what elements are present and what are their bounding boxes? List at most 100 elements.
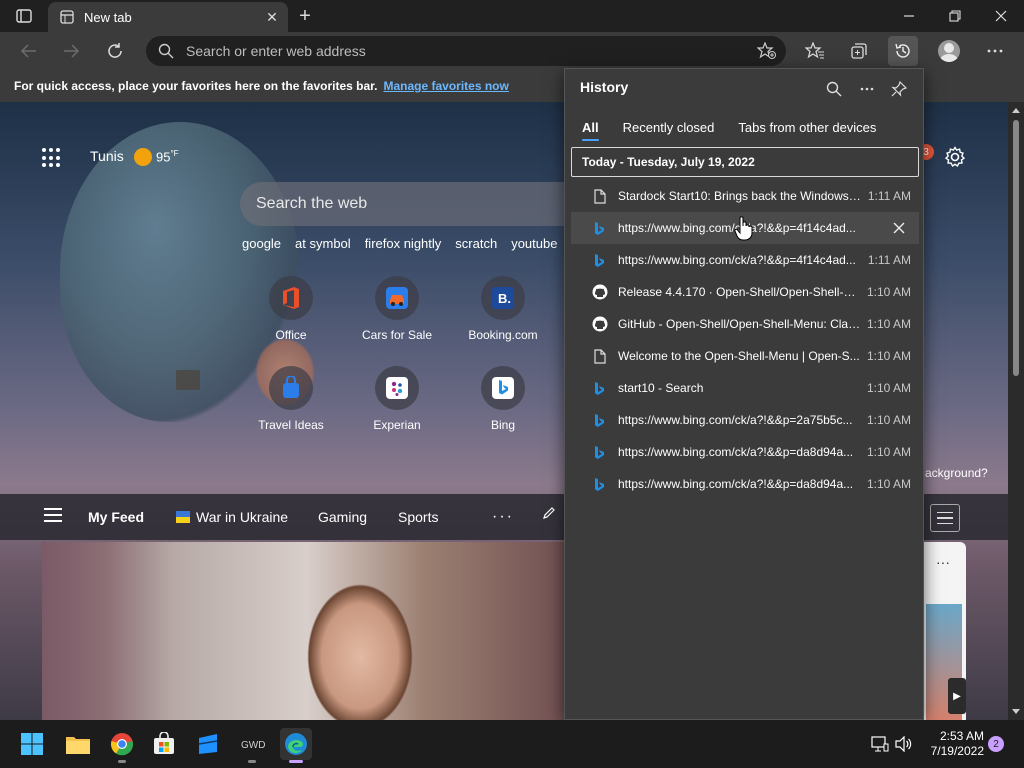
close-window-button[interactable]	[978, 0, 1024, 32]
feed-edit-pencil-icon[interactable]	[542, 506, 556, 523]
tab-title: New tab	[84, 9, 132, 25]
taskbar-clock[interactable]: 2:53 AM 7/19/2022	[926, 729, 984, 759]
carousel-next-icon[interactable]: ▶	[948, 678, 966, 714]
start10-app-button[interactable]	[192, 728, 224, 760]
svg-text:B.: B.	[498, 291, 511, 306]
history-button[interactable]	[888, 36, 918, 66]
restore-button[interactable]	[932, 0, 978, 32]
scrollbar-thumb[interactable]	[1013, 120, 1019, 376]
page-settings-gear-icon[interactable]	[944, 146, 966, 168]
weather-temperature[interactable]: 95°F	[156, 149, 179, 164]
network-icon[interactable]	[870, 734, 890, 754]
tile-office[interactable]: Office	[241, 276, 341, 342]
history-entry[interactable]: https://www.bing.com/ck/a?!&&p=2a75b5c..…	[571, 404, 919, 436]
history-entry[interactable]: https://www.bing.com/ck/a?!&&p=da8d94a..…	[571, 436, 919, 468]
clock-date: 7/19/2022	[930, 744, 984, 758]
side-card-more-icon[interactable]: ···	[936, 554, 950, 570]
tile-label: Cars for Sale	[361, 328, 433, 342]
history-entry[interactable]: Stardock Start10: Brings back the Window…	[571, 180, 919, 212]
feed-hamburger-icon[interactable]	[44, 508, 62, 522]
address-input[interactable]	[186, 43, 746, 59]
trending-search-link[interactable]: scratch	[455, 236, 497, 251]
tab-new-tab[interactable]: New tab ✕	[48, 2, 288, 32]
history-entry[interactable]: https://www.bing.com/ck/a?!&&p=da8d94a..…	[571, 468, 919, 500]
search-icon	[158, 43, 174, 59]
history-tab-other-devices[interactable]: Tabs from other devices	[738, 120, 876, 135]
history-entry[interactable]: Release 4.4.170 · Open-Shell/Open-Shell-…	[571, 276, 919, 308]
app-icon: GWD	[241, 740, 265, 751]
favorites-button[interactable]	[800, 36, 830, 66]
tray-app-button[interactable]: GWD	[236, 728, 268, 763]
delete-history-entry-icon[interactable]	[891, 220, 907, 236]
new-tab-button[interactable]: +	[292, 4, 318, 28]
trending-search-link[interactable]: firefox nightly	[365, 236, 442, 251]
page-icon	[592, 188, 608, 204]
github-icon	[592, 284, 608, 300]
tile-bing[interactable]: Bing	[453, 366, 553, 432]
history-entry[interactable]: GitHub - Open-Shell/Open-Shell-Menu: Cla…	[571, 308, 919, 340]
github-icon	[592, 316, 608, 332]
chrome-icon	[110, 733, 134, 756]
tile-booking[interactable]: B. Booking.com	[453, 276, 553, 342]
page-scrollbar[interactable]	[1008, 102, 1024, 720]
feed-tab-my-feed[interactable]: My Feed	[88, 509, 144, 525]
background-question-text[interactable]: ackground?	[925, 466, 988, 480]
history-pin-icon[interactable]	[887, 77, 911, 101]
bing-icon	[592, 220, 608, 236]
manage-favorites-link[interactable]: Manage favorites now	[383, 79, 508, 93]
history-entry[interactable]: Welcome to the Open-Shell-Menu | Open-S.…	[571, 340, 919, 372]
feed-layout-icon[interactable]	[930, 504, 960, 532]
scroll-up-icon[interactable]	[1012, 108, 1020, 113]
feed-tab-gaming[interactable]: Gaming	[318, 509, 367, 525]
trending-search-link[interactable]: youtube	[511, 236, 557, 251]
address-bar[interactable]	[146, 36, 786, 66]
tile-travel-ideas[interactable]: Travel Ideas	[241, 366, 341, 432]
bing-icon	[592, 444, 608, 460]
settings-more-button[interactable]	[980, 36, 1010, 66]
feed-hero-card[interactable]	[42, 542, 572, 720]
feed-more-icon[interactable]: ···	[492, 508, 514, 526]
file-explorer-button[interactable]	[62, 728, 94, 760]
web-search-box[interactable]: Search the web	[240, 182, 580, 226]
volume-icon[interactable]	[894, 734, 914, 754]
start-button[interactable]	[16, 728, 48, 760]
collections-button[interactable]	[844, 36, 874, 66]
refresh-button[interactable]	[100, 36, 130, 66]
history-more-icon[interactable]	[855, 77, 879, 101]
history-date-header[interactable]: Today - Tuesday, July 19, 2022	[571, 147, 919, 177]
history-entry-title: Welcome to the Open-Shell-Menu | Open-S.…	[618, 349, 860, 363]
history-tab-all[interactable]: All	[582, 120, 599, 141]
app-launcher-icon[interactable]	[42, 148, 62, 168]
history-search-icon[interactable]	[822, 77, 846, 101]
edge-button[interactable]	[280, 728, 312, 763]
office-icon	[269, 276, 313, 320]
history-entry[interactable]: https://www.bing.com/ck/a?!&&p=4f14c4ad.…	[571, 244, 919, 276]
feed-tab-sports[interactable]: Sports	[398, 509, 438, 525]
history-entry-title: Release 4.4.170 · Open-Shell/Open-Shell-…	[618, 285, 862, 299]
profile-avatar[interactable]	[938, 40, 960, 62]
tile-label: Booking.com	[468, 328, 538, 342]
trending-search-link[interactable]: at symbol	[295, 236, 351, 251]
forward-button[interactable]	[56, 36, 86, 66]
scroll-down-icon[interactable]	[1012, 709, 1020, 714]
weather-city[interactable]: Tunis	[90, 148, 124, 164]
background-balloon-basket	[176, 370, 200, 390]
navigation-toolbar	[0, 32, 1024, 70]
add-favorite-star-icon[interactable]	[754, 39, 780, 63]
history-tabs: All Recently closed Tabs from other devi…	[582, 120, 900, 141]
store-button[interactable]	[148, 728, 180, 760]
history-entry[interactable]: start10 - Search 1:10 AM	[571, 372, 919, 404]
trending-search-link[interactable]: google	[242, 236, 281, 251]
notification-center-badge[interactable]: 2	[988, 736, 1004, 752]
running-indicator	[248, 760, 256, 763]
tab-actions-icon[interactable]	[10, 6, 38, 26]
tile-label: Experian	[373, 418, 421, 432]
back-button[interactable]	[14, 36, 44, 66]
close-tab-icon[interactable]: ✕	[260, 5, 284, 29]
feed-tab-war-in-ukraine[interactable]: War in Ukraine	[176, 509, 288, 525]
tile-cars-for-sale[interactable]: Cars for Sale	[347, 276, 447, 342]
history-tab-recently-closed[interactable]: Recently closed	[623, 120, 715, 135]
chrome-button[interactable]	[106, 728, 138, 763]
minimize-button[interactable]	[886, 0, 932, 32]
tile-experian[interactable]: Experian	[347, 366, 447, 432]
